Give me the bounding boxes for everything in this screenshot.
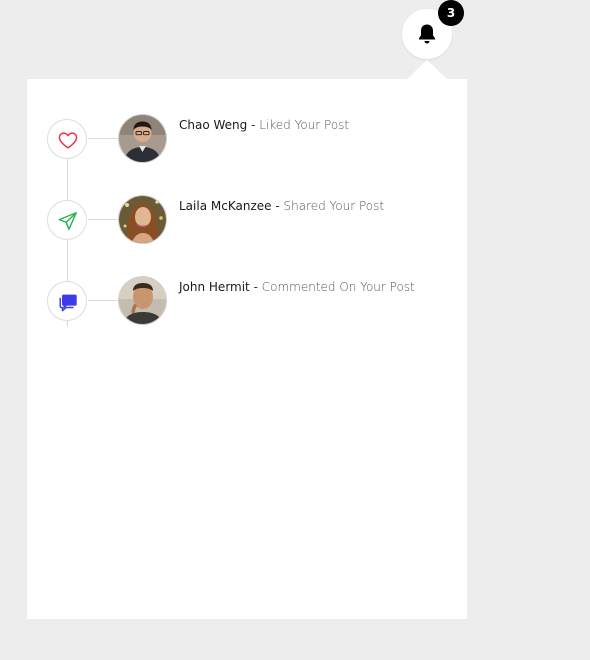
notification-action: Liked Your Post bbox=[259, 118, 350, 132]
notification-separator: - bbox=[271, 199, 284, 213]
comment-type-button[interactable] bbox=[47, 281, 87, 321]
notification-text: John Hermit - Commented On Your Post bbox=[179, 280, 415, 294]
notification-action: Shared Your Post bbox=[283, 199, 385, 213]
heart-icon bbox=[58, 132, 78, 149]
notification-user-name[interactable]: Chao Weng bbox=[179, 118, 247, 132]
notification-item[interactable]: Laila McKanzee - Shared Your Post bbox=[27, 190, 467, 244]
bell-icon bbox=[419, 24, 435, 44]
avatar[interactable] bbox=[118, 195, 167, 244]
notification-action: Commented On Your Post bbox=[261, 280, 415, 294]
notification-item[interactable]: John Hermit - Commented On Your Post bbox=[27, 271, 467, 325]
timeline-connector bbox=[88, 300, 118, 301]
notification-user-name[interactable]: John Hermit bbox=[179, 280, 250, 294]
notification-user-name[interactable]: Laila McKanzee bbox=[179, 199, 272, 213]
avatar[interactable] bbox=[118, 276, 167, 325]
comment-icon bbox=[59, 294, 77, 312]
notification-count-badge: 3 bbox=[438, 0, 464, 26]
timeline-connector bbox=[88, 138, 118, 139]
notification-separator: - bbox=[249, 280, 262, 294]
timeline-connector bbox=[88, 219, 118, 220]
notification-item[interactable]: Chao Weng - Liked Your Post bbox=[27, 109, 467, 163]
dropdown-caret bbox=[407, 60, 447, 79]
like-type-button[interactable] bbox=[47, 119, 87, 159]
avatar[interactable] bbox=[118, 114, 167, 163]
notification-text: Chao Weng - Liked Your Post bbox=[179, 118, 349, 132]
notifications-dropdown-panel: Chao Weng - Liked Your Post Laila McKanz… bbox=[27, 79, 467, 619]
notification-text: Laila McKanzee - Shared Your Post bbox=[179, 199, 384, 213]
send-icon bbox=[58, 212, 77, 230]
notification-separator: - bbox=[247, 118, 260, 132]
share-type-button[interactable] bbox=[47, 200, 87, 240]
